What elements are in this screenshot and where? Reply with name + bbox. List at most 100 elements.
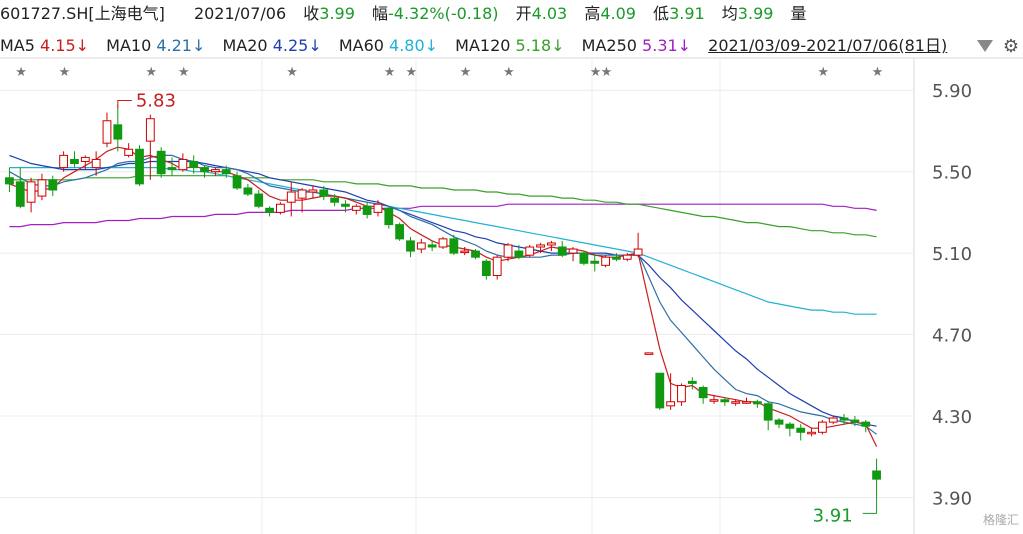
ma20-line [9, 154, 877, 427]
star-marker-icon: ★ [872, 65, 884, 80]
candle-body [861, 421, 871, 427]
y-tick-label: 3.90 [932, 488, 972, 509]
candle-body [395, 224, 405, 240]
candle-body [514, 250, 524, 258]
ma250-line [9, 203, 877, 228]
candle-body [189, 160, 199, 169]
candle-body [5, 177, 14, 185]
candle-body [373, 203, 383, 213]
candle-body [135, 148, 144, 185]
candle-body [286, 191, 296, 203]
candle-body [633, 248, 643, 256]
candle-body [15, 181, 25, 207]
star-marker-icon: ★ [460, 65, 472, 80]
candle-body [384, 207, 394, 226]
candle-body [872, 470, 881, 480]
candle-body [807, 431, 816, 435]
candle-body [557, 246, 567, 256]
candle-body [341, 203, 350, 207]
candle-body [48, 179, 58, 191]
candle-body [536, 244, 545, 248]
candle-body [297, 189, 307, 199]
candle-body [254, 193, 264, 207]
candle-body [167, 167, 177, 171]
candle-body [622, 254, 632, 260]
candle-body [850, 419, 860, 423]
candle-body [752, 401, 762, 405]
y-tick-label: 5.50 [932, 163, 972, 184]
candle-body [774, 419, 784, 425]
candle-body [243, 187, 253, 195]
candle-body [612, 256, 621, 260]
candle-body [102, 120, 112, 144]
candle-body [601, 256, 610, 266]
candle-body [525, 246, 535, 256]
star-marker-icon: ★ [405, 65, 417, 80]
candle-body [427, 244, 437, 248]
star-marker-icon: ★ [503, 65, 515, 80]
candle-body [687, 380, 697, 384]
candle-body [362, 205, 372, 215]
candle-body [70, 158, 79, 165]
candle-body [319, 189, 329, 197]
candle-body [763, 403, 773, 421]
candle-body [91, 158, 101, 169]
candle-body [828, 417, 838, 423]
candle-body [276, 203, 285, 213]
candle-body [449, 238, 459, 254]
candle-body [113, 124, 123, 140]
star-marker-icon: ★ [601, 65, 613, 80]
candle-body [416, 242, 426, 250]
star-marker-icon: ★ [178, 65, 190, 80]
y-tick-label: 5.90 [932, 81, 972, 102]
low-annotation: 3.91 [813, 505, 853, 526]
candle-body [492, 256, 502, 277]
candle-body [221, 169, 231, 175]
candle-body [546, 242, 556, 246]
candle-body [471, 250, 480, 258]
y-tick-label: 5.10 [932, 244, 972, 265]
star-marker-icon: ★ [817, 65, 829, 80]
candle-body [709, 399, 719, 402]
candle-body [677, 384, 686, 403]
candle-body [351, 205, 361, 211]
candle-body [308, 189, 318, 193]
candle-body [59, 154, 69, 169]
star-marker-icon: ★ [59, 65, 71, 80]
y-tick-label: 4.30 [932, 407, 972, 428]
watermark: 格隆汇 [982, 513, 1019, 527]
candle-body [720, 399, 730, 403]
candle-body [210, 169, 220, 173]
candle-body [839, 417, 849, 421]
candle-body [80, 156, 90, 162]
ma10-line [9, 154, 877, 435]
candle-body [124, 148, 134, 156]
candle-body [742, 401, 751, 404]
candle-body [178, 158, 188, 171]
star-marker-icon: ★ [145, 65, 157, 80]
candle-body [590, 260, 600, 264]
candle-body [731, 401, 741, 404]
star-marker-icon: ★ [286, 65, 298, 80]
high-annotation: 5.83 [136, 90, 176, 111]
candle-body [232, 175, 242, 189]
candle-body [26, 181, 36, 203]
annotation-leader [117, 99, 132, 109]
candle-body [145, 118, 155, 142]
candle-body [785, 423, 795, 429]
candle-body [796, 427, 806, 433]
candle-body [406, 240, 415, 252]
candle-body [200, 167, 209, 173]
candle-body [503, 244, 513, 258]
star-marker-icon: ★ [15, 65, 27, 80]
annotation-leader [862, 495, 878, 514]
candle-body [460, 250, 470, 254]
candle-body [37, 179, 47, 197]
candle-body [156, 150, 166, 175]
candlestick-chart: 5.905.505.104.704.303.90★ ★ ★ ★ ★ ★ ★ ★ ★ ★ ★ ★ ★5.8… [0, 57, 1023, 534]
candle-body [666, 401, 676, 407]
candle-body [568, 248, 578, 254]
candle-body [438, 238, 448, 248]
star-marker-icon: ★ [384, 65, 396, 80]
candle-body [644, 352, 654, 355]
